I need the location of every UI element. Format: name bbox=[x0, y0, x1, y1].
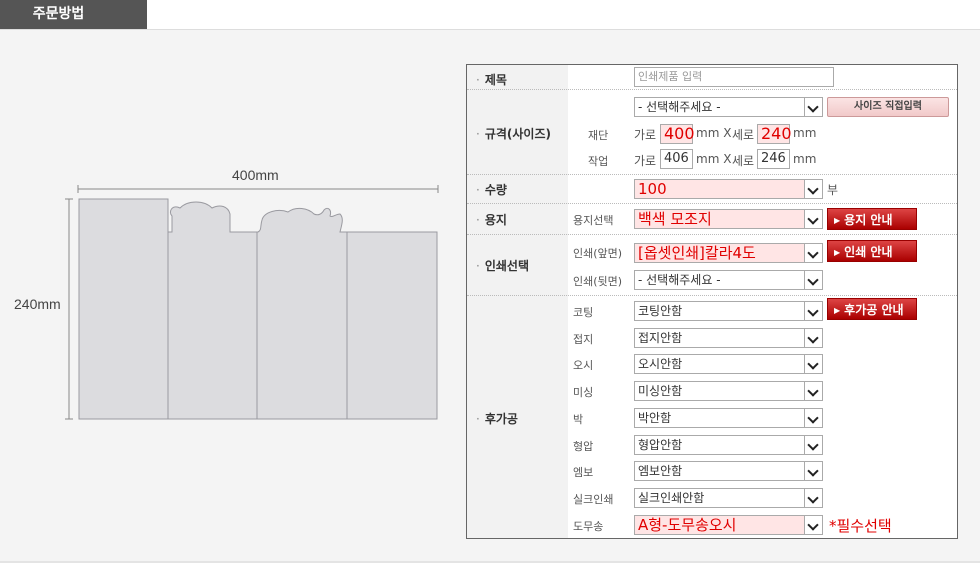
work-width-label: 가로 bbox=[634, 154, 657, 168]
chevron-down-icon bbox=[804, 180, 822, 198]
post-guide-button[interactable]: ▶ 후가공 안내 bbox=[827, 298, 917, 320]
chevron-down-icon bbox=[804, 210, 822, 228]
print-back-label: 인쇄(뒷면) bbox=[573, 275, 623, 288]
panel-2 bbox=[167, 201, 258, 420]
chevron-down-icon bbox=[804, 302, 822, 320]
panel-1 bbox=[78, 198, 169, 420]
post-label-coating: 코팅 bbox=[573, 306, 594, 319]
order-form: · 제목 인쇄제품 입력 · 규격(사이즈) - 선택해주세요 - 사이즈 직접입력… bbox=[466, 64, 958, 539]
post-label-foil: 박 bbox=[573, 413, 584, 426]
chevron-down-icon bbox=[804, 436, 822, 454]
work-unit-2: mm bbox=[793, 152, 817, 166]
chevron-down-icon bbox=[804, 516, 822, 534]
die-cut-select[interactable]: A형-도무송오시 bbox=[634, 515, 823, 535]
title-row-label: · 제목 bbox=[476, 73, 507, 87]
post-label-perforation: 미싱 bbox=[573, 386, 594, 399]
work-width-input[interactable]: 406 bbox=[660, 149, 693, 169]
cut-height-input[interactable]: 240 bbox=[757, 124, 792, 144]
chevron-down-icon bbox=[804, 409, 822, 427]
chevron-down-icon bbox=[804, 355, 822, 373]
width-label: 400mm bbox=[232, 167, 279, 183]
post-label-die-cut: 도무송 bbox=[573, 520, 604, 533]
required-note: *필수선택 bbox=[829, 517, 892, 535]
silk-print-select[interactable]: 실크인쇄안함 bbox=[634, 488, 823, 508]
work-unit-1: mm X bbox=[696, 152, 732, 166]
chevron-down-icon bbox=[804, 98, 822, 116]
play-icon: ▶ bbox=[834, 306, 841, 315]
row-divider bbox=[467, 89, 957, 90]
embossing-press-select[interactable]: 형압안함 bbox=[634, 435, 823, 455]
print-front-label: 인쇄(앞면) bbox=[573, 247, 623, 260]
print-back-select[interactable]: - 선택해주세요 - bbox=[634, 270, 823, 290]
post-label-embossing-press: 형압 bbox=[573, 440, 594, 453]
paper-guide-button[interactable]: ▶ 용지 안내 bbox=[827, 208, 917, 230]
print-guide-button[interactable]: ▶ 인쇄 안내 bbox=[827, 240, 917, 262]
row-divider bbox=[467, 234, 957, 235]
cut-label: 재단 bbox=[588, 129, 609, 142]
folding-select[interactable]: 접지안함 bbox=[634, 328, 823, 348]
chevron-down-icon bbox=[804, 489, 822, 507]
play-icon: ▶ bbox=[834, 248, 841, 257]
post-label-folding: 접지 bbox=[573, 333, 594, 346]
folded-panels bbox=[78, 198, 438, 420]
chevron-down-icon bbox=[804, 244, 822, 262]
work-height-label: 세로 bbox=[732, 154, 755, 168]
cut-unit-1: mm X bbox=[696, 126, 732, 140]
chevron-down-icon bbox=[804, 271, 822, 289]
post-label-emboss: 엠보 bbox=[573, 466, 594, 479]
work-label: 작업 bbox=[588, 155, 609, 168]
size-row-label: · 규격(사이즈) bbox=[476, 127, 551, 141]
row-divider bbox=[467, 203, 957, 204]
play-icon: ▶ bbox=[834, 216, 841, 225]
chevron-down-icon bbox=[804, 329, 822, 347]
size-select[interactable]: - 선택해주세요 - bbox=[634, 97, 823, 117]
size-direct-input-button[interactable]: 사이즈 직접입력 bbox=[827, 97, 949, 117]
title-input[interactable]: 인쇄제품 입력 bbox=[634, 67, 834, 87]
height-label: 240mm bbox=[14, 296, 61, 312]
paper-sub-label: 용지선택 bbox=[573, 214, 614, 227]
chevron-down-icon bbox=[804, 382, 822, 400]
post-label-silk: 실크인쇄 bbox=[573, 493, 614, 506]
quantity-select[interactable]: 100 bbox=[634, 179, 823, 199]
foil-select[interactable]: 박안함 bbox=[634, 408, 823, 428]
work-height-input[interactable]: 246 bbox=[757, 149, 790, 169]
post-label-creasing: 오시 bbox=[573, 359, 594, 372]
print-row-label: · 인쇄선택 bbox=[476, 259, 529, 273]
cut-unit-2: mm bbox=[793, 126, 817, 140]
print-front-select[interactable]: [옵셋인쇄]칼라4도 bbox=[634, 243, 823, 263]
cut-width-input[interactable]: 400 bbox=[660, 124, 695, 144]
cut-width-label: 가로 bbox=[634, 128, 657, 142]
chevron-down-icon bbox=[804, 462, 822, 480]
quantity-row-label: · 수량 bbox=[476, 183, 507, 197]
cut-height-label: 세로 bbox=[732, 128, 755, 142]
diagram-svg bbox=[65, 185, 439, 420]
panel-3 bbox=[256, 207, 348, 420]
post-row-label: · 후가공 bbox=[476, 412, 518, 426]
coating-select[interactable]: 코팅안함 bbox=[634, 301, 823, 321]
paper-select[interactable]: 백색 모조지 bbox=[634, 209, 823, 229]
quantity-unit: 부 bbox=[827, 183, 839, 197]
creasing-select[interactable]: 오시안함 bbox=[634, 354, 823, 374]
row-divider bbox=[467, 295, 957, 296]
paper-row-label: · 용지 bbox=[476, 213, 507, 227]
product-diagram: 400mm 240mm bbox=[0, 0, 460, 563]
emboss-select[interactable]: 엠보안함 bbox=[634, 461, 823, 481]
row-divider bbox=[467, 174, 957, 175]
panel-4 bbox=[346, 231, 438, 420]
perforation-select[interactable]: 미싱안함 bbox=[634, 381, 823, 401]
